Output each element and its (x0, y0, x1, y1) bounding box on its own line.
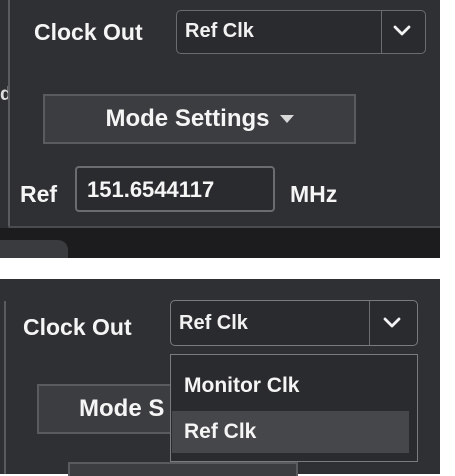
clock-out-label: Clock Out (34, 19, 143, 45)
clipped-label-fragment: d (0, 84, 8, 105)
clock-out-select-value: Ref Clk (179, 312, 248, 334)
clock-out-select[interactable]: Ref Clk (176, 10, 426, 54)
select-divider (381, 11, 382, 53)
dropdown-option-ref-clk[interactable]: Ref Clk (172, 411, 409, 453)
panel-border (8, 0, 10, 228)
clock-out-select-open[interactable]: Ref Clk (170, 300, 418, 346)
clock-out-select-value: Ref Clk (185, 20, 254, 42)
ref-unit-label: MHz (290, 181, 338, 207)
ref-frequency-value: 151.6544117 (87, 177, 215, 202)
chevron-down-icon[interactable] (383, 316, 401, 330)
clock-out-dropdown-list: Monitor Clk Ref Clk (170, 354, 418, 462)
mode-settings-label: Mode S (79, 395, 165, 422)
triangle-down-icon (279, 110, 294, 128)
chevron-down-icon[interactable] (393, 24, 411, 38)
mode-settings-button[interactable]: Mode Settings (43, 94, 356, 144)
dropdown-option-monitor-clk[interactable]: Monitor Clk (172, 365, 416, 407)
footer-tab[interactable] (0, 240, 68, 258)
mode-settings-label: Mode Settings (105, 105, 270, 132)
ref-frequency-input[interactable]: 151.6544117 (75, 166, 275, 212)
ref-label: Ref (20, 181, 58, 207)
clock-out-label: Clock Out (23, 314, 132, 340)
panel-border (4, 301, 6, 474)
select-divider (369, 301, 370, 345)
